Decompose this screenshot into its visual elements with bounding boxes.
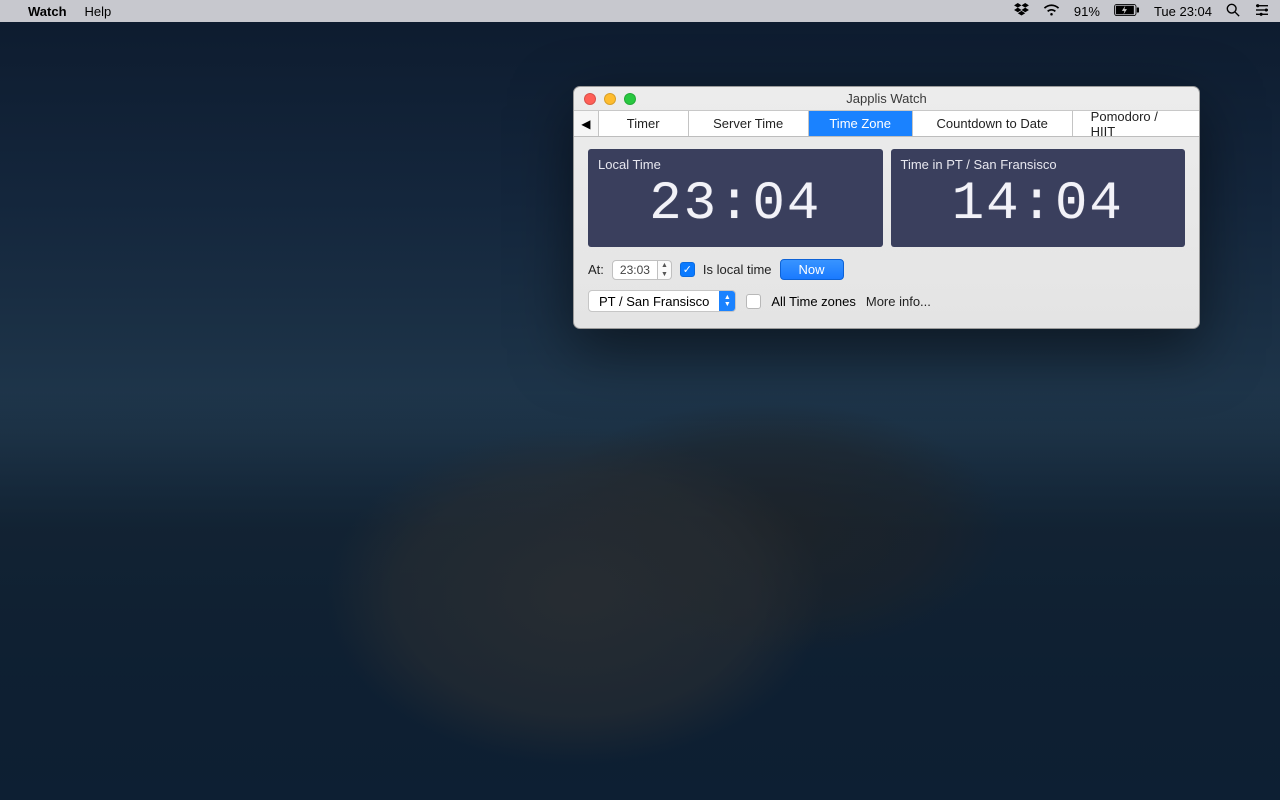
dropbox-icon[interactable] bbox=[1014, 3, 1029, 19]
zoom-button[interactable] bbox=[624, 93, 636, 105]
minimize-button[interactable] bbox=[604, 93, 616, 105]
remote-time-value: 14:04 bbox=[901, 174, 1176, 235]
local-time-panel: Local Time 23:04 bbox=[588, 149, 883, 247]
now-button-label: Now bbox=[799, 262, 825, 277]
tab-label: Timer bbox=[627, 116, 660, 131]
wifi-icon[interactable] bbox=[1043, 4, 1060, 19]
window-title: Japplis Watch bbox=[846, 91, 926, 106]
at-time-input[interactable] bbox=[612, 260, 658, 280]
menubar-item-help[interactable]: Help bbox=[85, 4, 112, 19]
battery-icon[interactable] bbox=[1114, 4, 1140, 19]
local-time-value: 23:04 bbox=[598, 174, 873, 235]
menubar-clock[interactable]: Tue 23:04 bbox=[1154, 4, 1212, 19]
tab-label: Server Time bbox=[713, 116, 783, 131]
menubar: Watch Help 91% Tue 23:04 bbox=[0, 0, 1280, 22]
at-label: At: bbox=[588, 262, 604, 277]
timezone-select[interactable]: PT / San Fransisco ▲▼ bbox=[588, 290, 736, 312]
remote-time-label: Time in PT / San Fransisco bbox=[901, 157, 1176, 172]
control-center-icon[interactable] bbox=[1254, 4, 1270, 19]
battery-percent: 91% bbox=[1074, 4, 1100, 19]
spotlight-icon[interactable] bbox=[1226, 3, 1240, 20]
chevron-left-icon: ◀ bbox=[581, 117, 590, 131]
at-time-stepper[interactable]: ▲ ▼ bbox=[612, 260, 672, 280]
menubar-app-name[interactable]: Watch bbox=[28, 4, 67, 19]
titlebar[interactable]: Japplis Watch bbox=[574, 87, 1199, 111]
japplis-watch-window: Japplis Watch ◀ Timer Server Time Time Z… bbox=[573, 86, 1200, 329]
tab-back-button[interactable]: ◀ bbox=[574, 111, 599, 136]
tab-time-zone[interactable]: Time Zone bbox=[809, 111, 913, 136]
timezone-selected-value: PT / San Fransisco bbox=[589, 291, 719, 311]
all-timezones-label: All Time zones bbox=[771, 294, 856, 309]
select-arrows-icon: ▲▼ bbox=[719, 291, 735, 311]
chevron-up-icon[interactable]: ▲ bbox=[658, 261, 671, 270]
tab-server-time[interactable]: Server Time bbox=[689, 111, 809, 136]
tab-label: Pomodoro / HIIT bbox=[1091, 109, 1181, 139]
tab-label: Time Zone bbox=[829, 116, 891, 131]
now-button[interactable]: Now bbox=[780, 259, 844, 280]
chevron-down-icon[interactable]: ▼ bbox=[658, 270, 671, 279]
all-timezones-checkbox[interactable] bbox=[746, 294, 761, 309]
tab-timer[interactable]: Timer bbox=[599, 111, 689, 136]
stepper-buttons[interactable]: ▲ ▼ bbox=[658, 260, 672, 280]
local-time-label: Local Time bbox=[598, 157, 873, 172]
more-info-link[interactable]: More info... bbox=[866, 294, 931, 309]
is-local-time-label: Is local time bbox=[703, 262, 772, 277]
tab-pomodoro-hiit[interactable]: Pomodoro / HIIT bbox=[1073, 111, 1199, 136]
close-button[interactable] bbox=[584, 93, 596, 105]
tab-bar: ◀ Timer Server Time Time Zone Countdown … bbox=[574, 111, 1199, 137]
tab-label: Countdown to Date bbox=[937, 116, 1048, 131]
tab-countdown-to-date[interactable]: Countdown to Date bbox=[913, 111, 1073, 136]
remote-time-panel: Time in PT / San Fransisco 14:04 bbox=[891, 149, 1186, 247]
is-local-time-checkbox[interactable]: ✓ bbox=[680, 262, 695, 277]
